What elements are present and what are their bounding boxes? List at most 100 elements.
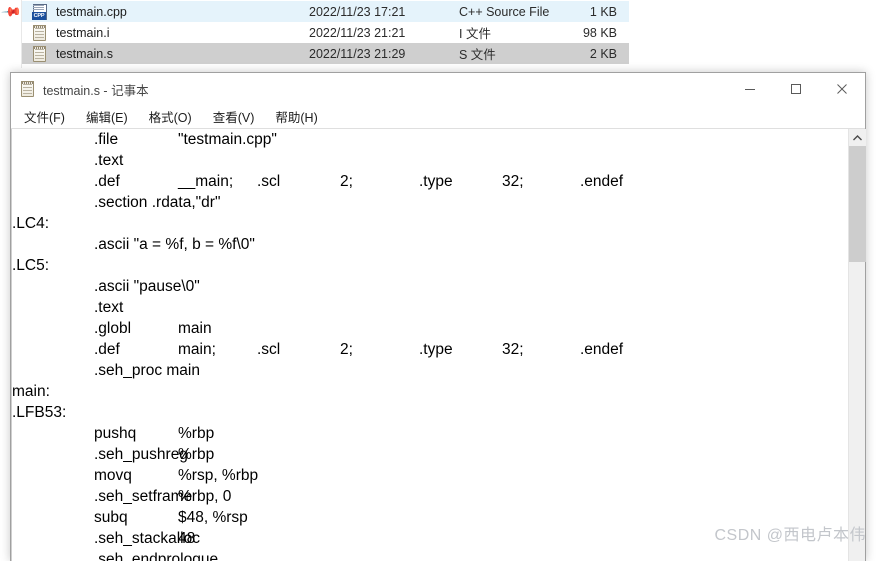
vertical-scrollbar[interactable] [848, 129, 866, 561]
code-token: .seh_endprologue [94, 551, 219, 561]
code-token: %rsp, %rbp [178, 467, 259, 484]
code-token: $48, %rsp [178, 509, 248, 526]
code-token: subq [94, 509, 128, 526]
menu-item-1[interactable]: 编辑(E) [83, 105, 136, 128]
file-name-cell: testmain.i [56, 25, 110, 40]
file-date-cell: 2022/11/23 21:29 [309, 46, 406, 61]
code-line: .def main; .scl 2; .type 32; .endef [12, 339, 848, 360]
code-token: 32; [502, 173, 524, 190]
table-row[interactable]: testmain.s 2022/11/23 21:29 S 文件 2 KB [22, 43, 629, 64]
file-name-cell: testmain.s [56, 46, 113, 61]
code-token: .scl [257, 341, 281, 358]
code-token: .file [94, 131, 119, 148]
code-token: .def [94, 173, 120, 190]
code-token: %rbp [178, 446, 215, 463]
code-token: .LC5: [12, 257, 50, 274]
table-row[interactable]: testmain.i 2022/11/23 21:21 I 文件 98 KB [22, 22, 629, 43]
code-line: .ascii "a = %f, b = %f\0" [12, 234, 848, 255]
menu-item-0[interactable]: 文件(F) [21, 105, 73, 128]
notepad-menu-bar: 文件(F) 编辑(E) 格式(O) 查看(V) 帮助(H) [11, 105, 865, 128]
notepad-icon [20, 81, 36, 97]
code-token: .type [419, 173, 453, 190]
code-token: main: [12, 383, 50, 400]
window-controls [727, 73, 865, 105]
text-file-icon [32, 24, 48, 41]
file-explorer-list: 📌 CPP testmain.cpp 2022/11/23 17:21 C++ Sou… [0, 0, 629, 68]
code-token: 32; [502, 341, 524, 358]
code-token: .LC4: [12, 215, 50, 232]
file-type-cell: S 文件 [459, 48, 496, 62]
code-token: 48 [178, 530, 196, 547]
code-token: pushq [94, 425, 137, 442]
code-line: .LC4: [12, 213, 848, 234]
menu-item-3[interactable]: 查看(V) [210, 105, 263, 128]
code-token: .text [94, 299, 124, 316]
file-date-cell: 2022/11/23 17:21 [309, 4, 406, 19]
notepad-title-bar[interactable]: testmain.s - 记事本 [11, 73, 865, 105]
code-token: .type [419, 341, 453, 358]
text-file-icon [32, 45, 48, 62]
code-token: .seh_pushreg [94, 446, 188, 463]
code-token: %rbp [178, 425, 215, 442]
notepad-title-text: testmain.s - 记事本 [43, 83, 149, 98]
file-size-cell: 2 KB [589, 46, 617, 61]
minimize-button[interactable] [727, 73, 773, 105]
menu-item-4[interactable]: 帮助(H) [272, 105, 325, 128]
code-token: .ascii "a = %f, b = %f\0" [94, 236, 255, 253]
code-line: .seh_proc main [12, 360, 848, 381]
code-token: .scl [257, 173, 281, 190]
file-type-cell: I 文件 [459, 27, 491, 41]
code-token: 2; [340, 173, 353, 190]
code-line: .def __main; .scl 2; .type 32; .endef [12, 171, 848, 192]
code-token: __main; [178, 173, 234, 190]
notepad-text-area[interactable]: .file "testmain.cpp" .text .def __main; .scl 2… [11, 129, 848, 561]
maximize-button[interactable] [773, 73, 819, 105]
scrollbar-thumb[interactable] [849, 146, 866, 262]
file-type-cell: C++ Source File [459, 4, 550, 19]
file-size-cell: 98 KB [582, 25, 617, 40]
close-button[interactable] [819, 73, 865, 105]
notepad-body: .file "testmain.cpp" .text .def __main; .scl 2… [11, 128, 866, 561]
code-line: .text [12, 297, 848, 318]
code-token: .endef [580, 341, 624, 358]
explorer-left-gutter: 📌 [0, 0, 23, 68]
file-name-cell: testmain.cpp [56, 4, 127, 19]
code-token: .text [94, 152, 124, 169]
code-line: .file "testmain.cpp" [12, 129, 848, 150]
code-token: .ascii "pause\0" [94, 278, 200, 295]
code-line: .seh_endprologue [12, 549, 848, 561]
code-token: .globl [94, 320, 132, 337]
table-row[interactable]: CPP testmain.cpp 2022/11/23 17:21 C++ Sourc… [22, 1, 629, 22]
code-line: .seh_pushreg %rbp [12, 444, 848, 465]
code-token: "testmain.cpp" [178, 131, 277, 148]
code-line: pushq %rbp [12, 423, 848, 444]
code-token: .LFB53: [12, 404, 67, 421]
code-line: .globl main [12, 318, 848, 339]
code-token: movq [94, 467, 132, 484]
code-line: movq %rsp, %rbp [12, 465, 848, 486]
screen-root: 📌 CPP testmain.cpp 2022/11/23 17:21 C++ Sou… [0, 0, 879, 561]
code-token: .seh_proc main [94, 362, 200, 379]
menu-item-2[interactable]: 格式(O) [146, 105, 200, 128]
code-token: 2; [340, 341, 353, 358]
code-line: .section .rdata,"dr" [12, 192, 848, 213]
code-line: subq $48, %rsp [12, 507, 848, 528]
code-line: main: [12, 381, 848, 402]
cpp-file-icon: CPP [32, 3, 48, 20]
code-token: %rbp, 0 [178, 488, 232, 505]
code-line: .seh_setframe %rbp, 0 [12, 486, 848, 507]
code-token: main; [178, 341, 216, 358]
code-line: .LC5: [12, 255, 848, 276]
file-size-cell: 1 KB [589, 4, 617, 19]
code-token: main [178, 320, 212, 337]
chevron-up-icon[interactable] [849, 129, 866, 146]
code-line: .seh_stackalloc 48 [12, 528, 848, 549]
pin-icon[interactable]: 📌 [1, 1, 23, 23]
code-line: .ascii "pause\0" [12, 276, 848, 297]
file-date-cell: 2022/11/23 21:21 [309, 25, 406, 40]
code-line: .LFB53: [12, 402, 848, 423]
code-token: .section .rdata,"dr" [94, 194, 221, 211]
code-token: .endef [580, 173, 624, 190]
code-token: .def [94, 341, 120, 358]
notepad-window: testmain.s - 记事本 文件(F) 编辑(E) 格式(O) 查看(V)… [10, 72, 866, 561]
